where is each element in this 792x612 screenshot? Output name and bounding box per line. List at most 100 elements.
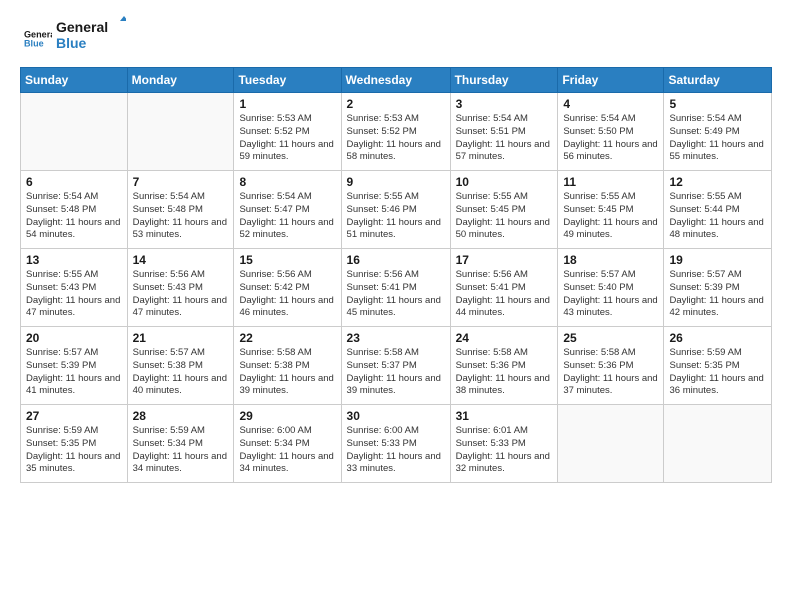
day-info: Sunrise: 5:54 AM Sunset: 5:49 PM Dayligh… — [669, 113, 766, 164]
day-info: Sunrise: 5:58 AM Sunset: 5:38 PM Dayligh… — [239, 347, 335, 398]
day-number: 14 — [133, 253, 229, 267]
day-info: Sunrise: 5:59 AM Sunset: 5:34 PM Dayligh… — [133, 425, 229, 476]
col-header-sunday: Sunday — [21, 68, 128, 93]
day-info: Sunrise: 6:00 AM Sunset: 5:33 PM Dayligh… — [347, 425, 445, 476]
logo-svg: General Blue — [56, 16, 126, 52]
col-header-saturday: Saturday — [664, 68, 772, 93]
day-info: Sunrise: 6:01 AM Sunset: 5:33 PM Dayligh… — [456, 425, 553, 476]
calendar-page: General Blue General Blue SundayMondayTu… — [0, 0, 792, 612]
day-cell: 3 Sunrise: 5:54 AM Sunset: 5:51 PM Daylig… — [450, 93, 558, 171]
day-cell: 7Sunrise: 5:54 AM Sunset: 5:48 PM Daylig… — [127, 171, 234, 249]
day-number: 6 — [26, 175, 122, 189]
day-cell: 27 Sunrise: 5:59 AM Sunset: 5:35 PM Dayli… — [21, 405, 128, 483]
day-cell: 18 Sunrise: 5:57 AM Sunset: 5:40 PM Dayli… — [558, 249, 664, 327]
day-number: 8 — [239, 175, 335, 189]
day-info: Sunrise: 5:57 AM Sunset: 5:38 PM Dayligh… — [133, 347, 229, 398]
day-cell — [558, 405, 664, 483]
day-number: 13 — [26, 253, 122, 267]
day-info: Sunrise: 5:55 AM Sunset: 5:44 PM Dayligh… — [669, 191, 766, 242]
day-number: 26 — [669, 331, 766, 345]
logo: General Blue General Blue — [20, 16, 126, 57]
day-info: Sunrise: 5:53 AM Sunset: 5:52 PM Dayligh… — [347, 113, 445, 164]
day-cell: 31Sunrise: 6:01 AM Sunset: 5:33 PM Dayli… — [450, 405, 558, 483]
day-info: Sunrise: 5:54 AM Sunset: 5:48 PM Dayligh… — [26, 191, 122, 242]
week-row-3: 13 Sunrise: 5:55 AM Sunset: 5:43 PM Dayli… — [21, 249, 772, 327]
day-cell: 16Sunrise: 5:56 AM Sunset: 5:41 PM Dayli… — [341, 249, 450, 327]
svg-text:Blue: Blue — [56, 35, 87, 51]
day-info: Sunrise: 5:59 AM Sunset: 5:35 PM Dayligh… — [26, 425, 122, 476]
header-row: SundayMondayTuesdayWednesdayThursdayFrid… — [21, 68, 772, 93]
day-info: Sunrise: 5:56 AM Sunset: 5:41 PM Dayligh… — [347, 269, 445, 320]
day-info: Sunrise: 5:55 AM Sunset: 5:45 PM Dayligh… — [563, 191, 658, 242]
day-cell: 20 Sunrise: 5:57 AM Sunset: 5:39 PM Dayli… — [21, 327, 128, 405]
day-cell: 21 Sunrise: 5:57 AM Sunset: 5:38 PM Dayli… — [127, 327, 234, 405]
day-number: 23 — [347, 331, 445, 345]
day-info: Sunrise: 5:54 AM Sunset: 5:48 PM Dayligh… — [133, 191, 229, 242]
day-number: 5 — [669, 97, 766, 111]
day-number: 9 — [347, 175, 445, 189]
day-info: Sunrise: 5:55 AM Sunset: 5:45 PM Dayligh… — [456, 191, 553, 242]
col-header-monday: Monday — [127, 68, 234, 93]
day-number: 10 — [456, 175, 553, 189]
day-cell: 22 Sunrise: 5:58 AM Sunset: 5:38 PM Dayli… — [234, 327, 341, 405]
svg-text:General: General — [56, 19, 108, 35]
day-number: 21 — [133, 331, 229, 345]
day-info: Sunrise: 5:57 AM Sunset: 5:40 PM Dayligh… — [563, 269, 658, 320]
day-cell: 30 Sunrise: 6:00 AM Sunset: 5:33 PM Dayli… — [341, 405, 450, 483]
day-info: Sunrise: 5:58 AM Sunset: 5:37 PM Dayligh… — [347, 347, 445, 398]
day-number: 20 — [26, 331, 122, 345]
col-header-tuesday: Tuesday — [234, 68, 341, 93]
day-number: 15 — [239, 253, 335, 267]
day-cell: 6 Sunrise: 5:54 AM Sunset: 5:48 PM Daylig… — [21, 171, 128, 249]
col-header-friday: Friday — [558, 68, 664, 93]
day-number: 27 — [26, 409, 122, 423]
week-row-5: 27 Sunrise: 5:59 AM Sunset: 5:35 PM Dayli… — [21, 405, 772, 483]
day-info: Sunrise: 5:56 AM Sunset: 5:43 PM Dayligh… — [133, 269, 229, 320]
day-number: 22 — [239, 331, 335, 345]
header: General Blue General Blue — [20, 16, 772, 57]
day-info: Sunrise: 5:57 AM Sunset: 5:39 PM Dayligh… — [669, 269, 766, 320]
day-cell: 29Sunrise: 6:00 AM Sunset: 5:34 PM Dayli… — [234, 405, 341, 483]
day-info: Sunrise: 5:57 AM Sunset: 5:39 PM Dayligh… — [26, 347, 122, 398]
day-info: Sunrise: 5:55 AM Sunset: 5:46 PM Dayligh… — [347, 191, 445, 242]
day-info: Sunrise: 5:58 AM Sunset: 5:36 PM Dayligh… — [456, 347, 553, 398]
day-number: 3 — [456, 97, 553, 111]
day-cell: 2 Sunrise: 5:53 AM Sunset: 5:52 PM Daylig… — [341, 93, 450, 171]
day-number: 19 — [669, 253, 766, 267]
day-number: 28 — [133, 409, 229, 423]
day-info: Sunrise: 5:56 AM Sunset: 5:41 PM Dayligh… — [456, 269, 553, 320]
day-info: Sunrise: 5:54 AM Sunset: 5:50 PM Dayligh… — [563, 113, 658, 164]
day-cell — [127, 93, 234, 171]
day-cell: 5 Sunrise: 5:54 AM Sunset: 5:49 PM Daylig… — [664, 93, 772, 171]
day-number: 24 — [456, 331, 553, 345]
day-cell: 24 Sunrise: 5:58 AM Sunset: 5:36 PM Dayli… — [450, 327, 558, 405]
day-cell: 10 Sunrise: 5:55 AM Sunset: 5:45 PM Dayli… — [450, 171, 558, 249]
day-info: Sunrise: 5:56 AM Sunset: 5:42 PM Dayligh… — [239, 269, 335, 320]
day-info: Sunrise: 5:54 AM Sunset: 5:51 PM Dayligh… — [456, 113, 553, 164]
day-cell: 4 Sunrise: 5:54 AM Sunset: 5:50 PM Daylig… — [558, 93, 664, 171]
week-row-1: 1 Sunrise: 5:53 AM Sunset: 5:52 PM Daylig… — [21, 93, 772, 171]
day-number: 17 — [456, 253, 553, 267]
day-number: 2 — [347, 97, 445, 111]
day-cell — [21, 93, 128, 171]
day-number: 1 — [239, 97, 335, 111]
day-info: Sunrise: 5:53 AM Sunset: 5:52 PM Dayligh… — [239, 113, 335, 164]
day-cell: 15 Sunrise: 5:56 AM Sunset: 5:42 PM Dayli… — [234, 249, 341, 327]
day-cell: 1 Sunrise: 5:53 AM Sunset: 5:52 PM Daylig… — [234, 93, 341, 171]
day-number: 30 — [347, 409, 445, 423]
day-cell: 19 Sunrise: 5:57 AM Sunset: 5:39 PM Dayli… — [664, 249, 772, 327]
day-number: 18 — [563, 253, 658, 267]
day-cell: 12 Sunrise: 5:55 AM Sunset: 5:44 PM Dayli… — [664, 171, 772, 249]
day-cell: 28 Sunrise: 5:59 AM Sunset: 5:34 PM Dayli… — [127, 405, 234, 483]
day-info: Sunrise: 6:00 AM Sunset: 5:34 PM Dayligh… — [239, 425, 335, 476]
day-cell: 23 Sunrise: 5:58 AM Sunset: 5:37 PM Dayli… — [341, 327, 450, 405]
day-number: 12 — [669, 175, 766, 189]
logo-icon: General Blue — [24, 24, 52, 52]
day-cell: 14 Sunrise: 5:56 AM Sunset: 5:43 PM Dayli… — [127, 249, 234, 327]
day-number: 4 — [563, 97, 658, 111]
day-cell: 9 Sunrise: 5:55 AM Sunset: 5:46 PM Daylig… — [341, 171, 450, 249]
col-header-thursday: Thursday — [450, 68, 558, 93]
day-cell: 26Sunrise: 5:59 AM Sunset: 5:35 PM Dayli… — [664, 327, 772, 405]
day-number: 11 — [563, 175, 658, 189]
day-info: Sunrise: 5:55 AM Sunset: 5:43 PM Dayligh… — [26, 269, 122, 320]
